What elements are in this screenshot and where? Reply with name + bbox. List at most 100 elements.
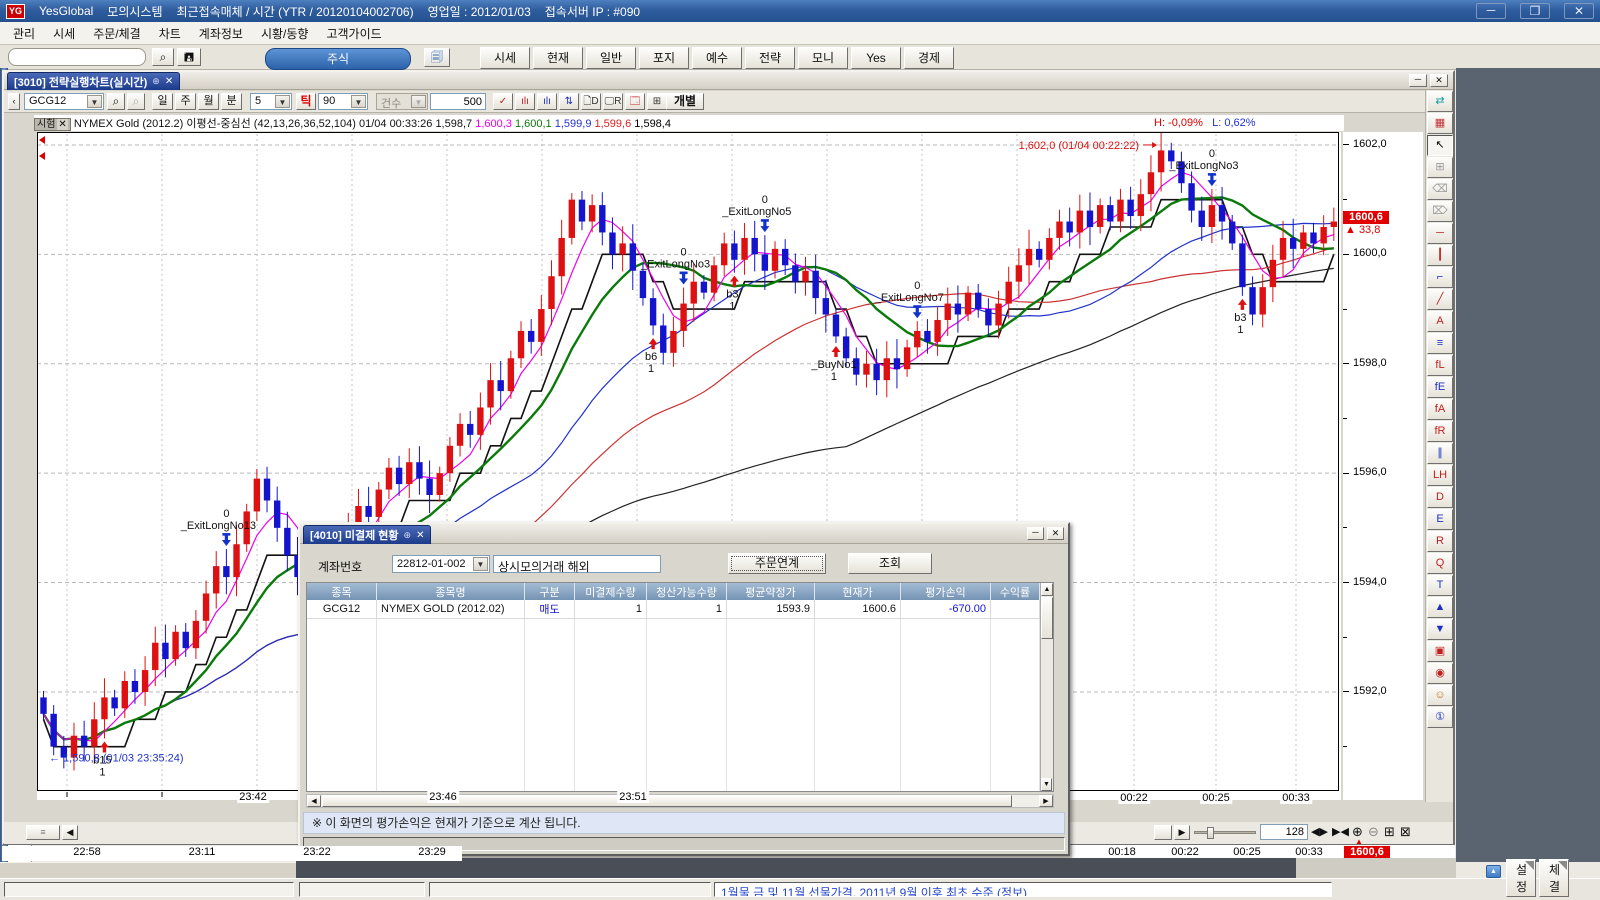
menu-item-주문/체결[interactable]: 주문/체결 [84, 22, 150, 45]
chart-check-icon[interactable]: ✓ [493, 93, 513, 110]
link-icon[interactable]: ⊕ [404, 530, 412, 541]
menu-item-고객가이드[interactable]: 고객가이드 [317, 22, 390, 45]
chevron-down-icon[interactable]: ▼ [351, 95, 366, 108]
scroll-right-icon[interactable]: ▶ [1174, 825, 1190, 840]
grid-icon[interactable]: ⊞ [647, 93, 667, 110]
multi-line-icon[interactable]: ≡ [1427, 333, 1453, 354]
symbol-combo[interactable]: GCG12 ▼ [24, 93, 104, 110]
side-button-설정[interactable]: 설정 [1506, 859, 1536, 897]
scroll-down-icon[interactable]: ▼ [1041, 778, 1052, 791]
collapse-left-icon[interactable]: ‹ [8, 93, 20, 110]
quick-button-예수[interactable]: 예수 [692, 47, 742, 69]
tick-button[interactable]: 틱 [296, 93, 316, 110]
column-header-평가손익[interactable]: 평가손익 [901, 583, 991, 600]
menu-item-차트[interactable]: 차트 [150, 22, 190, 45]
sp-view-icon[interactable]: ⊞ [1427, 157, 1453, 178]
chevron-down-icon[interactable]: ▼ [275, 95, 290, 108]
circle-tool-icon[interactable]: ◉ [1427, 663, 1453, 684]
restore-button[interactable]: ❐ [1520, 3, 1550, 19]
menu-item-시황/동향[interactable]: 시황/동향 [252, 22, 318, 45]
column-header-종목명[interactable]: 종목명 [377, 583, 525, 600]
column-header-구분[interactable]: 구분 [525, 583, 575, 600]
histogram2-icon[interactable]: ılı [537, 93, 557, 110]
fibo-ext-icon[interactable]: fE [1427, 377, 1453, 398]
dialog-titlebar[interactable]: [4010] 미결제 현황 ⊕ ✕ ─ ✕ [300, 524, 1068, 544]
zoom-out-icon[interactable]: ⊖ [1368, 824, 1379, 840]
column-header-종목[interactable]: 종목 [307, 583, 377, 600]
trend-line-icon[interactable]: ╱ [1427, 289, 1453, 310]
page-r-icon[interactable]: 🖵R [603, 93, 623, 110]
symbol-search-icon[interactable]: ⌕ [107, 93, 125, 110]
account-combo[interactable]: 22812-01-002 ▼ [392, 555, 490, 573]
column-header-현재가[interactable]: 현재가 [815, 583, 901, 600]
nav-prev-next-icon[interactable]: ◀▶ [1311, 825, 1328, 838]
bar-count-input[interactable] [1260, 824, 1308, 840]
quick-button-모니[interactable]: 모니 [798, 47, 848, 69]
scroll-right-icon[interactable]: ▶ [1039, 795, 1053, 807]
close-button[interactable]: ✕ [1564, 3, 1594, 19]
arrow-up-icon[interactable]: ▲ [1427, 597, 1453, 618]
layers-icon[interactable]: 🗐 [424, 48, 450, 67]
erase-icon[interactable]: ⌫ [1427, 179, 1453, 200]
erase-all-icon[interactable]: ⌦ [1427, 201, 1453, 222]
dialog-close-button[interactable]: ✕ [1047, 527, 1064, 540]
chart-page-icon[interactable]: 🗔 [625, 93, 645, 110]
nav-end-icon[interactable]: ▶◀ [1332, 825, 1349, 838]
link-icon[interactable]: ⊕ [152, 76, 160, 87]
menu-item-관리[interactable]: 관리 [4, 22, 44, 45]
horizontal-line-icon[interactable]: ─ [1427, 223, 1453, 244]
pattern-grid-icon[interactable]: ▦ [1427, 113, 1453, 134]
menu-item-계좌정보[interactable]: 계좌정보 [190, 22, 252, 45]
scroll-block-button[interactable] [1154, 825, 1172, 840]
period-button-분[interactable]: 분 [221, 93, 242, 110]
fibo-arc-icon[interactable]: fA [1427, 399, 1453, 420]
step-line-icon[interactable]: ⌐ [1427, 267, 1453, 288]
table-row[interactable]: GCG12NYMEX GOLD (2012.02)매도111593.91600.… [307, 600, 1040, 618]
quote-line-icon[interactable]: Q [1427, 553, 1453, 574]
parallel-lines-icon[interactable]: ∥ [1427, 443, 1453, 464]
count-input[interactable] [430, 93, 486, 110]
scroll-left-icon[interactable]: ◀ [62, 825, 78, 840]
quick-button-경제[interactable]: 경제 [904, 47, 954, 69]
close-panel-icon[interactable]: ⊠ [1400, 824, 1411, 840]
page-d-icon[interactable]: 🗋D [581, 93, 601, 110]
scroll-up-icon[interactable]: ▲ [1041, 583, 1053, 596]
series-chip[interactable]: 시험✕ [34, 118, 71, 131]
scrollbar-thumb[interactable] [1041, 597, 1053, 639]
column-header-청산가능수량[interactable]: 청산가능수량 [647, 583, 727, 600]
histogram-icon[interactable]: ılı [515, 93, 535, 110]
quick-button-포지[interactable]: 포지 [639, 47, 689, 69]
save-icon[interactable]: 🖪 [177, 48, 201, 66]
tab-close-icon[interactable]: ✕ [165, 76, 173, 87]
arrow-down-icon[interactable]: ▼ [1427, 619, 1453, 640]
text-annotation-icon[interactable]: A [1427, 311, 1453, 332]
minute-combo[interactable]: 5 ▼ [250, 93, 292, 110]
ticker-up-icon[interactable]: ▲ [1486, 865, 1501, 878]
event-hatch-icon[interactable]: E [1427, 509, 1453, 530]
vertical-line-icon[interactable]: ┃ [1427, 245, 1453, 266]
period-button-주[interactable]: 주 [175, 93, 196, 110]
dialog-tab-close-icon[interactable]: ✕ [416, 530, 424, 541]
column-header-평균약정가[interactable]: 평균약정가 [727, 583, 815, 600]
chip-close-icon[interactable]: ✕ [57, 119, 67, 130]
low-high-icon[interactable]: LH [1427, 465, 1453, 486]
period-button-일[interactable]: 일 [152, 93, 173, 110]
quick-search-input[interactable] [8, 48, 146, 66]
smiley-tool-icon[interactable]: ☺ [1427, 685, 1453, 706]
minimize-button[interactable]: ─ [1476, 3, 1506, 19]
quick-button-Yes[interactable]: Yes [851, 47, 901, 69]
chevron-down-icon[interactable]: ▼ [473, 557, 488, 571]
column-header-수익률[interactable]: 수익률 [991, 583, 1040, 600]
rect-tool-icon[interactable]: ▣ [1427, 641, 1453, 662]
window-close-button[interactable]: ✕ [1430, 74, 1448, 87]
tick-combo[interactable]: 90 ▼ [318, 93, 368, 110]
zoom-slider-thumb[interactable] [1207, 827, 1214, 839]
favorite-pill-button[interactable]: 주식 [265, 48, 411, 70]
zoom-slider[interactable] [1194, 831, 1256, 834]
period-button-월[interactable]: 월 [198, 93, 219, 110]
cursor-icon[interactable]: ↖ [1427, 135, 1453, 156]
fit-view-icon[interactable]: ⊞ [1384, 824, 1395, 840]
day-hatch-icon[interactable]: D [1427, 487, 1453, 508]
sort-updown-icon[interactable]: ⇅ [559, 93, 579, 110]
table-vertical-scrollbar[interactable]: ▲ ▼ [1040, 583, 1053, 791]
